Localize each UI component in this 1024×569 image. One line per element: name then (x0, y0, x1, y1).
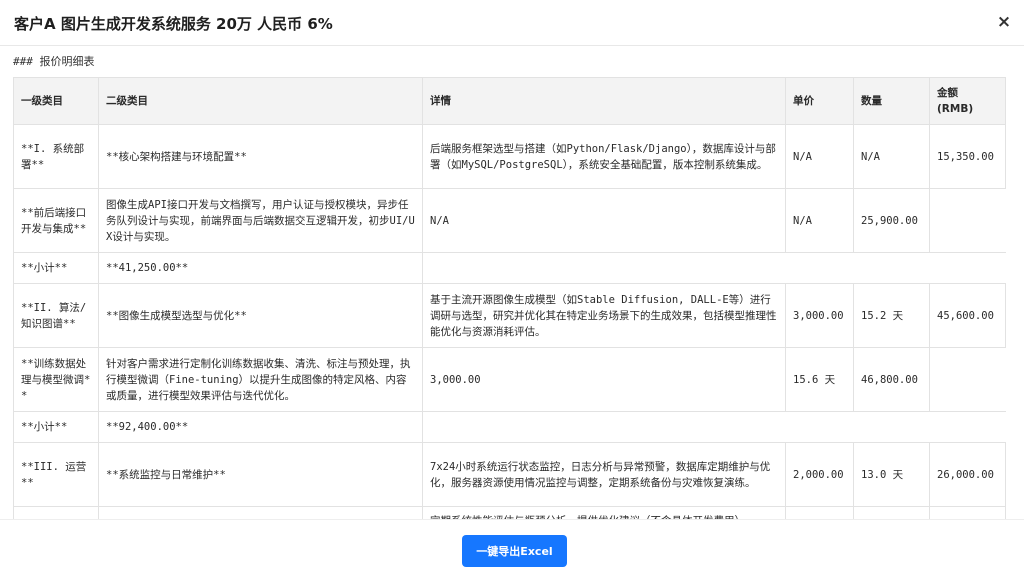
table-cell-empty (930, 189, 1006, 253)
table-cell: 15.2 天 (853, 283, 930, 348)
table-cell: 2,000.00 (785, 442, 854, 507)
table-row: **III. 运营** **系统监控与日常维护** 7x24小时系统运行状态监控… (13, 442, 1006, 507)
table-cell: 7x24小时系统运行状态监控，日志分析与异常预警，数据库定期维护与优化，服务器资… (422, 442, 786, 507)
table-cell (929, 506, 1006, 519)
table-cell: **III. 运营** (13, 442, 99, 507)
table-cell: N/A (785, 124, 854, 189)
table-cell: **41,250.00** (98, 252, 423, 284)
table-cell (785, 506, 854, 519)
export-excel-button[interactable]: 一键导出Excel (462, 535, 567, 567)
table-cell: 针对客户需求进行定制化训练数据收集、清洗、标注与预处理，执行模型微调（Fine-… (98, 347, 423, 412)
table-cell: **小计** (13, 252, 99, 284)
table-cell: 后端服务框架选型与搭建（如Python/Flask/Django），数据库设计与… (422, 124, 786, 189)
header-level1: 一级类目 (13, 77, 99, 125)
table-cell: N/A (785, 188, 854, 253)
header-unit-price: 单价 (785, 77, 854, 125)
table-row: **II. 算法/知识图谱** **图像生成模型选型与优化** 基于主流开源图像… (13, 283, 1006, 348)
table-cell: 46,800.00 (853, 347, 930, 412)
table-cell: 定期系统性能评估与瓶颈分析，提供优化建议（不含具体开发费用） (422, 506, 786, 519)
dialog-header: 客户A 图片生成开发系统服务 20万 人民币 6% × (0, 0, 1024, 46)
table-row: **训练数据处理与模型微调** 针对客户需求进行定制化训练数据收集、清洗、标注与… (13, 347, 1006, 412)
table-cell: N/A (853, 124, 930, 189)
section-heading: ### 报价明细表 (13, 55, 95, 68)
table-cell: 15,350.00 (929, 124, 1006, 189)
table-row: **I. 系统部署** **核心架构搭建与环境配置** 后端服务框架选型与搭建（… (13, 124, 1006, 189)
table-cell (853, 506, 930, 519)
dialog-content: ### 报价明细表 一级类目 二级类目 详情 单价 数量 金额 (RMB) **… (0, 46, 1024, 519)
header-details: 详情 (422, 77, 786, 125)
table-cell: **I. 系统部署** (13, 124, 99, 189)
table-cell: 45,600.00 (929, 283, 1006, 348)
table-cell: 15.6 天 (785, 347, 854, 412)
dialog-title: 客户A 图片生成开发系统服务 20万 人民币 6% (14, 15, 333, 33)
table-cell: N/A (422, 188, 786, 253)
close-icon[interactable]: × (994, 12, 1014, 32)
header-amount: 金额 (RMB) (929, 77, 1006, 125)
table-cell: **II. 算法/知识图谱** (13, 283, 99, 348)
table-cell-empty (930, 348, 1006, 412)
table-cell (98, 506, 423, 519)
table-cell: **核心架构搭建与环境配置** (98, 124, 423, 189)
header-quantity: 数量 (853, 77, 930, 125)
table-cell: **训练数据处理与模型微调** (13, 347, 99, 412)
table-cell-empty (422, 411, 1006, 443)
table-cell: 3,000.00 (785, 283, 854, 348)
table-cell: **系统监控与日常维护** (98, 442, 423, 507)
table-cell: **92,400.00** (98, 411, 423, 443)
quote-table: 一级类目 二级类目 详情 单价 数量 金额 (RMB) **I. 系统部署** … (13, 77, 1006, 519)
table-cell: 25,900.00 (853, 188, 930, 253)
table-cell: 图像生成API接口开发与文档撰写，用户认证与授权模块，异步任务队列设计与实现，前… (98, 188, 423, 253)
table-header-row: 一级类目 二级类目 详情 单价 数量 金额 (RMB) (13, 77, 1006, 125)
table-cell: **图像生成模型选型与优化** (98, 283, 423, 348)
table-cell: **小计** (13, 411, 99, 443)
table-row: 定期系统性能评估与瓶颈分析，提供优化建议（不含具体开发费用） (13, 506, 1006, 519)
table-cell: 基于主流开源图像生成模型（如Stable Diffusion, DALL-E等）… (422, 283, 786, 348)
table-cell: 26,000.00 (929, 442, 1006, 507)
table-cell: 13.0 天 (853, 442, 930, 507)
table-row: **前后端接口开发与集成** 图像生成API接口开发与文档撰写，用户认证与授权模… (13, 188, 1006, 253)
table-cell: **前后端接口开发与集成** (13, 188, 99, 253)
table-cell (13, 506, 99, 519)
header-level2: 二级类目 (98, 77, 423, 125)
table-row: **小计** **41,250.00** (13, 252, 1006, 284)
table-row: **小计** **92,400.00** (13, 411, 1006, 443)
dialog-footer: 一键导出Excel (0, 519, 1024, 569)
table-cell-empty (422, 252, 1006, 284)
table-cell: 3,000.00 (422, 347, 786, 412)
